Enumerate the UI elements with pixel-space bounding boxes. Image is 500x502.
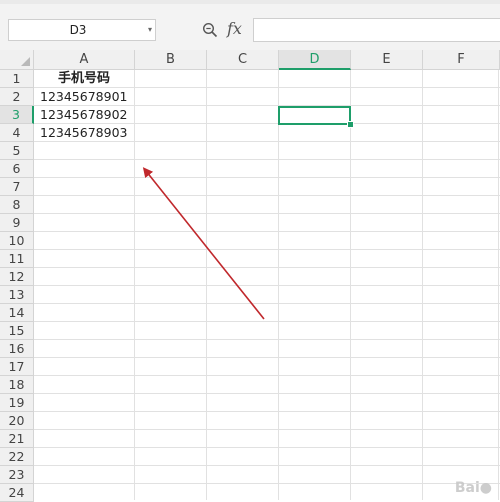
formula-input[interactable] [253,18,500,42]
row-header-18[interactable]: 18 [0,376,34,394]
row-header-1[interactable]: 1 [0,70,34,88]
grid-line [34,303,500,304]
grid-line [34,465,500,466]
grid-line [34,339,500,340]
zoom-icon[interactable] [200,20,220,40]
grid-line [34,177,500,178]
formula-bar: D3 ▾ fx [0,0,500,50]
row-header-2[interactable]: 2 [0,88,34,106]
column-header-b[interactable]: B [135,50,207,70]
row-header-3[interactable]: 3 [0,106,34,124]
row-header-7[interactable]: 7 [0,178,34,196]
row-header-17[interactable]: 17 [0,358,34,376]
row-header-21[interactable]: 21 [0,430,34,448]
column-header-c[interactable]: C [207,50,279,70]
column-header-a[interactable]: A [34,50,135,70]
row-header-16[interactable]: 16 [0,340,34,358]
row-header-22[interactable]: 22 [0,448,34,466]
fill-handle[interactable] [347,121,354,128]
chevron-down-icon[interactable]: ▾ [148,20,152,40]
selected-cell-d3[interactable] [278,106,351,125]
column-header-e[interactable]: E [351,50,423,70]
row-header-6[interactable]: 6 [0,160,34,178]
select-all-corner[interactable] [0,50,34,70]
name-box-value: D3 [69,23,87,37]
watermark-logo: Bai● [454,480,492,496]
fx-icon[interactable]: fx [227,18,242,40]
cell-a4[interactable]: 12345678903 [40,124,127,142]
column-header-f[interactable]: F [423,50,500,70]
row-header-14[interactable]: 14 [0,304,34,322]
row-header-23[interactable]: 23 [0,466,34,484]
cell-a3[interactable]: 12345678902 [40,106,127,124]
grid-line [34,195,500,196]
select-all-triangle-icon [21,57,30,66]
row-header-24[interactable]: 24 [0,484,34,502]
grid-line [34,159,500,160]
row-header-4[interactable]: 4 [0,124,34,142]
row-header-10[interactable]: 10 [0,232,34,250]
grid-line [34,429,500,430]
spreadsheet-grid: A B C D E F 1 2 3 4 5 6 7 8 9 10 11 12 1… [0,50,500,502]
row-header-15[interactable]: 15 [0,322,34,340]
grid-line [34,411,500,412]
grid-line [34,447,500,448]
cell-a1[interactable]: 手机号码 [34,70,134,88]
row-header-9[interactable]: 9 [0,214,34,232]
row-header-8[interactable]: 8 [0,196,34,214]
row-header-5[interactable]: 5 [0,142,34,160]
toolbar-edge [0,0,500,4]
cell-a2[interactable]: 12345678901 [40,88,127,106]
grid-line [34,483,500,484]
row-header-19[interactable]: 19 [0,394,34,412]
grid-line [34,267,500,268]
grid-line [34,357,500,358]
column-header-d[interactable]: D [279,50,351,70]
name-box[interactable]: D3 ▾ [8,19,156,41]
grid-line [34,321,500,322]
grid-line [34,231,500,232]
grid-line [34,285,500,286]
grid-line [34,213,500,214]
grid-line [34,249,500,250]
row-header-13[interactable]: 13 [0,286,34,304]
grid-line [34,393,500,394]
row-header-20[interactable]: 20 [0,412,34,430]
row-header-11[interactable]: 11 [0,250,34,268]
row-header-12[interactable]: 12 [0,268,34,286]
grid-line [34,375,500,376]
